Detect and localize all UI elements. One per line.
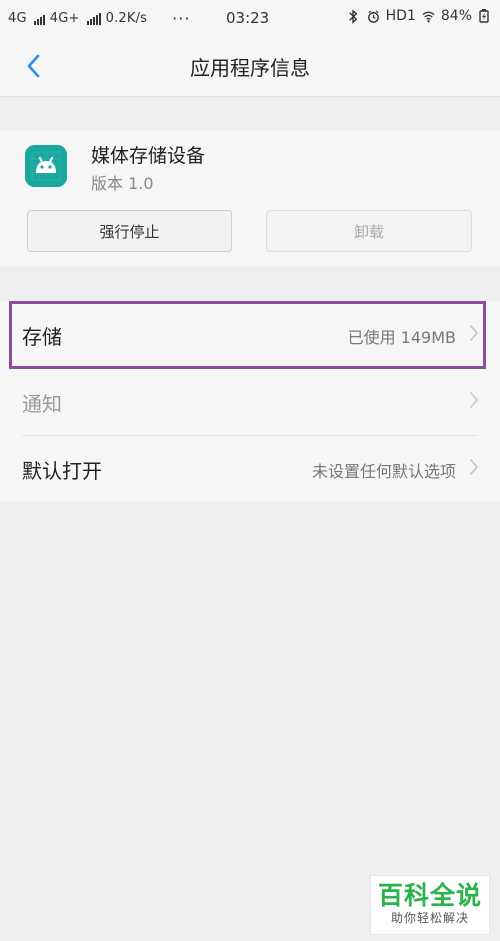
status-bar: 4G 4G+ 0.2K/s ··· 03:23 HD1 84% — [0, 0, 500, 36]
uninstall-button[interactable]: 卸载 — [266, 210, 472, 252]
network-1: 4G — [8, 11, 27, 26]
notification-row[interactable]: 通知 — [0, 368, 500, 435]
network-speed: 0.2K/s — [105, 11, 148, 26]
status-right: HD1 84% — [346, 8, 491, 24]
app-info-card: 媒体存储设备 版本 1.0 强行停止 卸载 — [0, 131, 500, 266]
alarm-icon — [367, 9, 379, 23]
status-time: 03:23 — [226, 9, 270, 27]
default-open-label: 默认打开 — [22, 459, 102, 483]
battery-level: 84% — [440, 8, 472, 24]
network-2: 4G+ — [49, 11, 80, 26]
bluetooth-icon — [348, 8, 358, 24]
chevron-right-icon — [470, 325, 478, 341]
settings-list: 存储 已使用 149MB 通知 默认打开 未设置任何默认选项 — [0, 301, 500, 502]
storage-label: 存储 — [22, 325, 62, 349]
app-header: 应用程序信息 — [0, 36, 500, 97]
wifi-icon — [422, 11, 435, 22]
storage-row[interactable]: 存储 已使用 149MB — [0, 301, 500, 368]
signal-icon — [86, 12, 101, 25]
notification-label: 通知 — [22, 392, 62, 416]
watermark-logo: 百科全说 助你轻松解决 — [370, 875, 490, 935]
chevron-right-icon — [470, 459, 478, 475]
page-title: 应用程序信息 — [190, 56, 310, 80]
status-left: 4G 4G+ 0.2K/s ··· — [8, 9, 190, 28]
watermark-subtext: 助你轻松解决 — [390, 911, 469, 925]
app-name: 媒体存储设备 — [91, 145, 206, 167]
default-open-value: 未设置任何默认选项 — [311, 462, 456, 481]
more-status-icon: ··· — [172, 9, 191, 28]
android-app-icon — [25, 145, 67, 187]
signal-icon — [33, 13, 45, 25]
charging-battery-icon — [479, 9, 489, 23]
storage-value: 已使用 149MB — [347, 328, 456, 347]
force-stop-button[interactable]: 强行停止 — [27, 210, 232, 252]
app-version: 版本 1.0 — [91, 174, 154, 193]
android-icon — [25, 145, 67, 187]
watermark-main-text: 百科全说 — [377, 881, 482, 910]
hd-icon: HD1 — [385, 8, 416, 24]
chevron-right-icon — [470, 392, 478, 408]
default-open-row[interactable]: 默认打开 未设置任何默认选项 — [0, 435, 500, 502]
